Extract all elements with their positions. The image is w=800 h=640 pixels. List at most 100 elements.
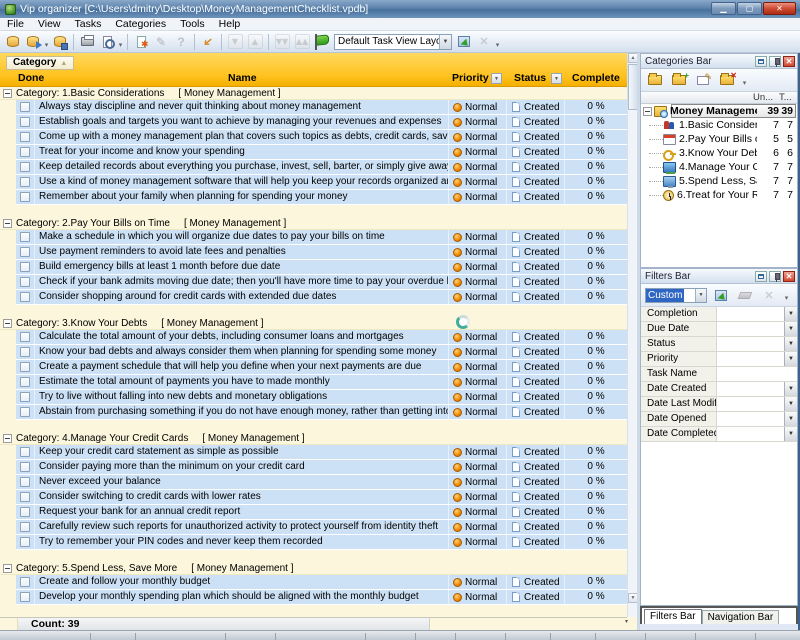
column-header-name[interactable]: Name [228, 70, 257, 87]
task-checkbox[interactable] [20, 592, 30, 602]
filters-bar-title[interactable]: Filters Bar ✕ [641, 269, 797, 284]
clear-filter-button[interactable] [735, 285, 755, 305]
task-checkbox[interactable] [20, 277, 30, 287]
find-task-button[interactable]: ? [171, 32, 191, 52]
save-layout-button[interactable] [454, 32, 474, 52]
group-by-category-tab[interactable]: Category▲ [6, 56, 74, 70]
print-button[interactable] [77, 32, 97, 52]
save-database-button[interactable] [50, 32, 70, 52]
task-checkbox[interactable] [20, 447, 30, 457]
tree-item-5-spend-less-save-more[interactable]: 5.Spend Less, Save More77 [641, 174, 797, 188]
status-filter-button[interactable]: ▼ [551, 73, 562, 84]
move-to-top-button[interactable]: ▲▲ [292, 32, 312, 52]
filter-dropdown-button[interactable]: ▼ [784, 382, 797, 396]
task-checkbox[interactable] [20, 132, 30, 142]
task-row[interactable]: Make a schedule in which you will organi… [16, 230, 627, 245]
collapse-group-icon[interactable] [3, 564, 12, 573]
task-row[interactable]: Check if your bank admits moving due dat… [16, 275, 627, 290]
task-checkbox[interactable] [20, 117, 30, 127]
column-header-priority[interactable]: Priority [452, 70, 489, 87]
filter-value-field[interactable] [717, 307, 784, 321]
toolbar-overflow-caret[interactable]: ▾ [494, 33, 501, 51]
filter-dropdown-button[interactable]: ▼ [784, 322, 797, 336]
task-row[interactable]: Use a kind of money management software … [16, 175, 627, 190]
complete-task-button[interactable]: ➔ [198, 32, 218, 52]
total-column-header[interactable]: T... [779, 92, 792, 104]
move-to-bottom-button[interactable]: ▼▼ [272, 32, 292, 52]
filter-dropdown-button[interactable]: ▼ [784, 307, 797, 321]
tab-filters-bar[interactable]: Filters Bar [644, 609, 702, 624]
tab-navigation-bar[interactable]: Navigation Bar [702, 610, 780, 624]
collapse-group-icon[interactable] [3, 434, 12, 443]
print-preview-button[interactable] [97, 32, 117, 52]
tree-item-money-management[interactable]: Money Management3939 [641, 104, 797, 118]
filter-preset-combo[interactable]: Custom ▼ [645, 288, 707, 303]
tree-item-4-manage-your-credit-cards[interactable]: 4.Manage Your Credit Cards77 [641, 160, 797, 174]
task-checkbox[interactable] [20, 292, 30, 302]
task-checkbox[interactable] [20, 477, 30, 487]
filter-value-field[interactable] [717, 397, 784, 411]
new-folder-button[interactable] [645, 70, 665, 90]
task-checkbox[interactable] [20, 147, 30, 157]
task-row[interactable]: Create a payment schedule that will help… [16, 360, 627, 375]
filter-value-field[interactable] [717, 367, 797, 381]
task-row[interactable]: Develop your monthly spending plan which… [16, 590, 627, 605]
new-database-button[interactable] [3, 32, 23, 52]
filter-dropdown-button[interactable]: ▼ [784, 352, 797, 366]
delete-layout-button[interactable]: ✕ [474, 32, 494, 52]
tree-item-3-know-your-debts[interactable]: 3.Know Your Debts66 [641, 146, 797, 160]
chevron-down-icon[interactable]: ▾ [43, 33, 50, 51]
open-database-button[interactable] [23, 32, 43, 52]
priority-filter-button[interactable]: ▼ [491, 73, 502, 84]
task-row[interactable]: Try to live without falling into new deb… [16, 390, 627, 405]
task-checkbox[interactable] [20, 192, 30, 202]
task-row[interactable]: Estimate the total amount of payments yo… [16, 375, 627, 390]
new-category-button[interactable]: + [669, 70, 689, 90]
task-row[interactable]: Consider switching to credit cards with … [16, 490, 627, 505]
delete-category-button[interactable]: ✕ [717, 70, 737, 90]
minimize-button[interactable]: ▁ [711, 2, 736, 15]
layout-combo[interactable]: Default Task View Layout ▼ [334, 34, 452, 50]
uncompleted-column-header[interactable]: Un... [753, 92, 773, 104]
task-row[interactable]: Know your bad debts and always consider … [16, 345, 627, 360]
panel-pin-button[interactable] [769, 271, 781, 282]
task-row[interactable]: Never exceed your balanceNormalCreated0 … [16, 475, 627, 490]
task-row[interactable]: Consider paying more than the minimum on… [16, 460, 627, 475]
task-row[interactable]: Calculate the total amount of your debts… [16, 330, 627, 345]
menu-view[interactable]: View [31, 18, 68, 31]
task-checkbox[interactable] [20, 162, 30, 172]
task-row[interactable]: Come up with a money management plan tha… [16, 130, 627, 145]
task-row[interactable]: Always stay discipline and never quit th… [16, 100, 627, 115]
task-checkbox[interactable] [20, 262, 30, 272]
chevron-down-icon[interactable]: ▾ [117, 33, 124, 51]
menu-file[interactable]: File [0, 18, 31, 31]
column-header-done[interactable]: Done [18, 70, 44, 87]
panel-maximize-button[interactable] [755, 271, 767, 282]
tree-item-2-pay-your-bills-on-time[interactable]: 2.Pay Your Bills on Time55 [641, 132, 797, 146]
filter-dropdown-button[interactable]: ▼ [784, 427, 797, 441]
task-checkbox[interactable] [20, 537, 30, 547]
task-row[interactable]: Build emergency bills at least 1 month b… [16, 260, 627, 275]
filter-dropdown-button[interactable]: ▼ [784, 397, 797, 411]
reminder-flag-button[interactable] [312, 32, 332, 52]
panel-close-button[interactable]: ✕ [783, 56, 795, 67]
task-checkbox[interactable] [20, 522, 30, 532]
task-row[interactable]: Abstain from purchasing something if you… [16, 405, 627, 420]
chevron-down-icon[interactable]: ▼ [439, 35, 451, 49]
task-row[interactable]: Keep detailed records about everything y… [16, 160, 627, 175]
group-header-row[interactable]: Category: 3.Know Your Debts[ Money Manag… [0, 317, 627, 330]
scrollbar-bottom-caret[interactable]: ▾ [625, 618, 628, 625]
task-checkbox[interactable] [20, 332, 30, 342]
task-checkbox[interactable] [20, 247, 30, 257]
collapse-group-icon[interactable] [3, 89, 12, 98]
task-row[interactable]: Use payment reminders to avoid late fees… [16, 245, 627, 260]
move-up-button[interactable]: ▲ [245, 32, 265, 52]
task-row[interactable]: Carefully review such reports for unauth… [16, 520, 627, 535]
filter-value-field[interactable] [717, 322, 784, 336]
edit-category-button[interactable] [693, 70, 713, 90]
chevron-down-icon[interactable]: ▼ [695, 289, 706, 302]
filter-dropdown-button[interactable]: ▼ [784, 412, 797, 426]
move-down-button[interactable]: ▼ [225, 32, 245, 52]
filter-dropdown-button[interactable]: ▼ [784, 337, 797, 351]
edit-task-button[interactable]: ✎ [151, 32, 171, 52]
